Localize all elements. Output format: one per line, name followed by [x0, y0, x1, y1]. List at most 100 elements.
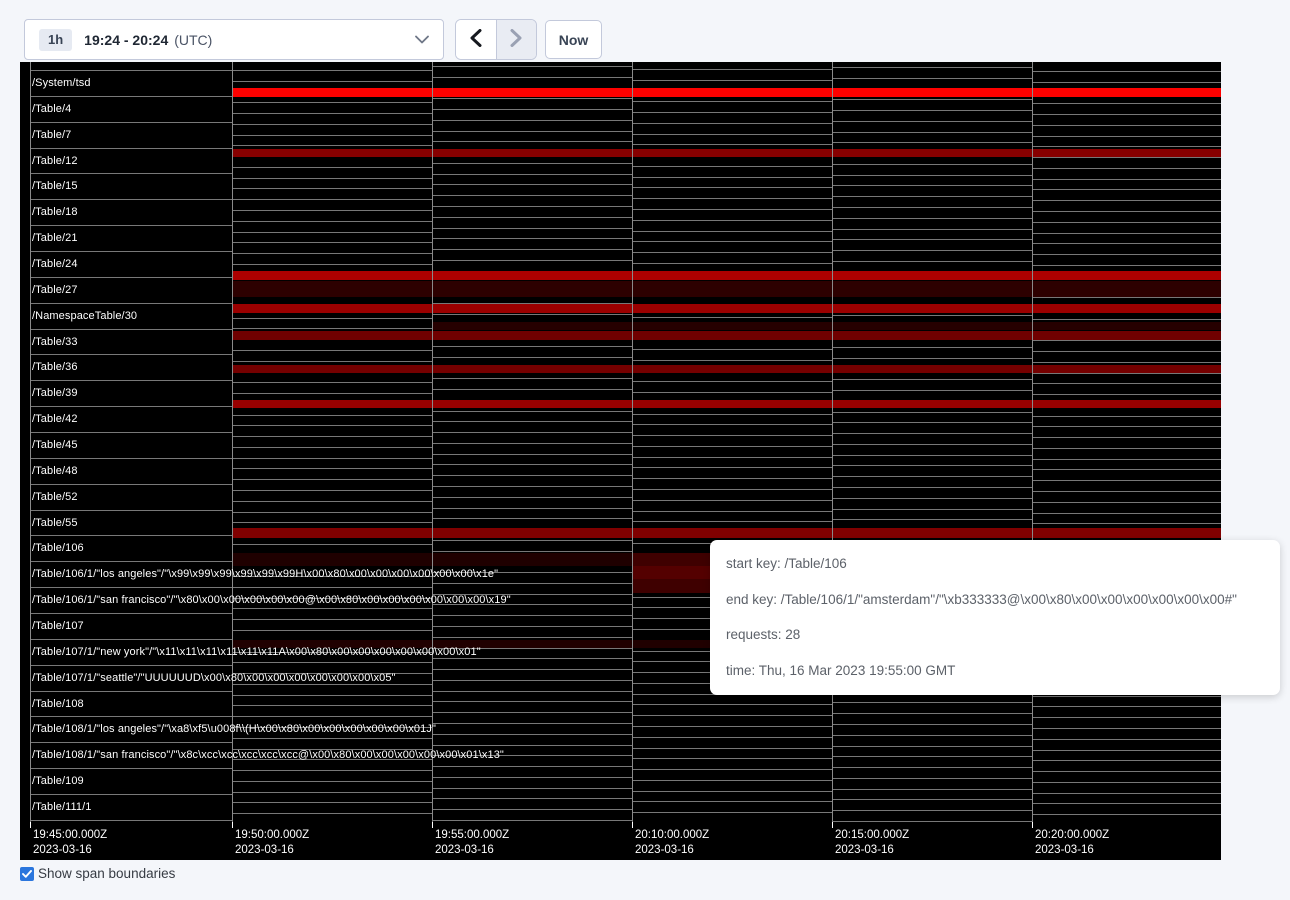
span-boundary-line [632, 457, 832, 458]
span-boundaries-toggle[interactable]: Show span boundaries [20, 866, 175, 881]
span-boundary-line [832, 142, 1032, 143]
span-boundary-line [432, 174, 632, 175]
span-boundary-line [1032, 469, 1221, 470]
span-boundary-line [232, 81, 432, 82]
x-axis-tick: 20:15:00.000Z2023-03-16 [835, 828, 909, 858]
span-boundary-line [1032, 351, 1221, 352]
span-boundary-line [30, 432, 232, 433]
span-boundary-line [632, 349, 832, 350]
span-boundary-line [232, 350, 432, 351]
span-boundary-line [432, 346, 632, 347]
span-boundary-line [832, 756, 1032, 757]
span-boundary-line [232, 792, 432, 793]
span-boundary-line [432, 357, 632, 358]
span-boundary-line [232, 781, 432, 782]
span-boundary-line [232, 253, 432, 254]
x-axis-tick: 20:10:00.000Z2023-03-16 [635, 828, 709, 858]
span-boundary-line [232, 199, 432, 200]
span-boundary-line [632, 381, 832, 382]
span-boundary-line [832, 110, 1032, 111]
span-boundary-line [432, 206, 632, 207]
span-boundary-line [832, 702, 1032, 703]
span-boundary-line [30, 587, 232, 588]
span-boundary-line [232, 458, 432, 459]
span-boundary-line [1032, 319, 1221, 320]
span-boundary-line [432, 66, 632, 67]
chevron-left-icon [470, 29, 482, 50]
time-gridline [432, 62, 433, 822]
span-boundary-line [232, 264, 432, 265]
span-boundary-line [232, 124, 432, 125]
span-boundary-line [632, 166, 832, 167]
span-boundary-line [232, 608, 432, 609]
heat-band [232, 528, 1221, 538]
next-time-button[interactable] [496, 20, 537, 59]
span-boundary-line [832, 358, 1032, 359]
span-boundaries-checkbox[interactable] [20, 867, 34, 881]
axis-tick-mark [832, 822, 833, 828]
span-boundary-line [232, 232, 432, 233]
heatmap-canvas[interactable]: /System/tsd/Table/4/Table/7/Table/12/Tab… [20, 62, 1221, 860]
row-key-label: /Table/7 [32, 129, 71, 141]
span-boundary-line [832, 347, 1032, 348]
span-boundary-line [432, 195, 632, 196]
span-boundary-line [30, 199, 232, 200]
span-boundary-line [432, 540, 632, 541]
span-boundary-line [632, 801, 832, 802]
span-boundary-line [832, 164, 1032, 165]
span-boundary-line [432, 389, 632, 390]
now-button[interactable]: Now [545, 20, 602, 59]
axis-tick-mark [632, 822, 633, 828]
span-boundary-line [232, 705, 432, 706]
span-boundary-line [232, 522, 432, 523]
span-boundary-line [432, 109, 632, 110]
span-boundary-line [432, 314, 632, 315]
row-key-label: /Table/42 [32, 413, 78, 425]
span-boundary-line [632, 737, 832, 738]
span-boundary-line [1032, 437, 1221, 438]
time-range-timezone: (UTC) [174, 32, 212, 48]
span-boundary-line [30, 510, 232, 511]
row-key-label: /Table/108/1/"san francisco"/"\x8c\xcc\x… [32, 749, 504, 761]
span-boundary-line [832, 789, 1032, 790]
span-boundary-line [30, 768, 232, 769]
span-boundary-line [1032, 448, 1221, 449]
span-boundary-line [832, 735, 1032, 736]
time-range-select[interactable]: 1h 19:24 - 20:24 (UTC) [24, 19, 444, 60]
span-boundary-line [1032, 243, 1221, 244]
row-key-label: /Table/106/1/"san francisco"/"\x80\x00\x… [32, 594, 511, 606]
span-boundary-line [1032, 491, 1221, 492]
span-boundary-line [232, 178, 432, 179]
span-boundary-line [432, 141, 632, 142]
span-boundary-line [1032, 383, 1221, 384]
span-boundary-line [30, 251, 232, 252]
span-boundary-line [632, 317, 832, 318]
span-boundary-line [832, 239, 1032, 240]
span-boundary-line [1032, 362, 1221, 363]
row-key-label: /Table/39 [32, 387, 78, 399]
chevron-down-icon [415, 35, 429, 44]
span-boundary-line [432, 680, 632, 681]
span-boundary-line [232, 447, 432, 448]
span-boundary-line [432, 260, 632, 261]
row-key-label: /Table/109 [32, 775, 84, 787]
span-boundary-line [232, 145, 432, 146]
span-boundary-line [832, 810, 1032, 811]
span-boundary-line [30, 561, 232, 562]
span-boundary-line [232, 802, 432, 803]
row-key-label: /Table/48 [32, 465, 78, 477]
row-key-label: /Table/15 [32, 180, 78, 192]
span-boundary-line [232, 113, 432, 114]
span-boundary-line [832, 498, 1032, 499]
span-boundary-line [432, 691, 632, 692]
span-boundary-line [30, 716, 232, 717]
span-boundary-line [832, 444, 1032, 445]
span-boundary-line [30, 354, 232, 355]
span-boundary-line [632, 791, 832, 792]
span-boundary-line [632, 134, 832, 135]
span-boundary-line [832, 229, 1032, 230]
span-boundary-line [432, 421, 632, 422]
prev-time-button[interactable] [456, 20, 496, 59]
x-axis-tick: 19:55:00.000Z2023-03-16 [435, 828, 509, 858]
span-boundary-line [632, 209, 832, 210]
